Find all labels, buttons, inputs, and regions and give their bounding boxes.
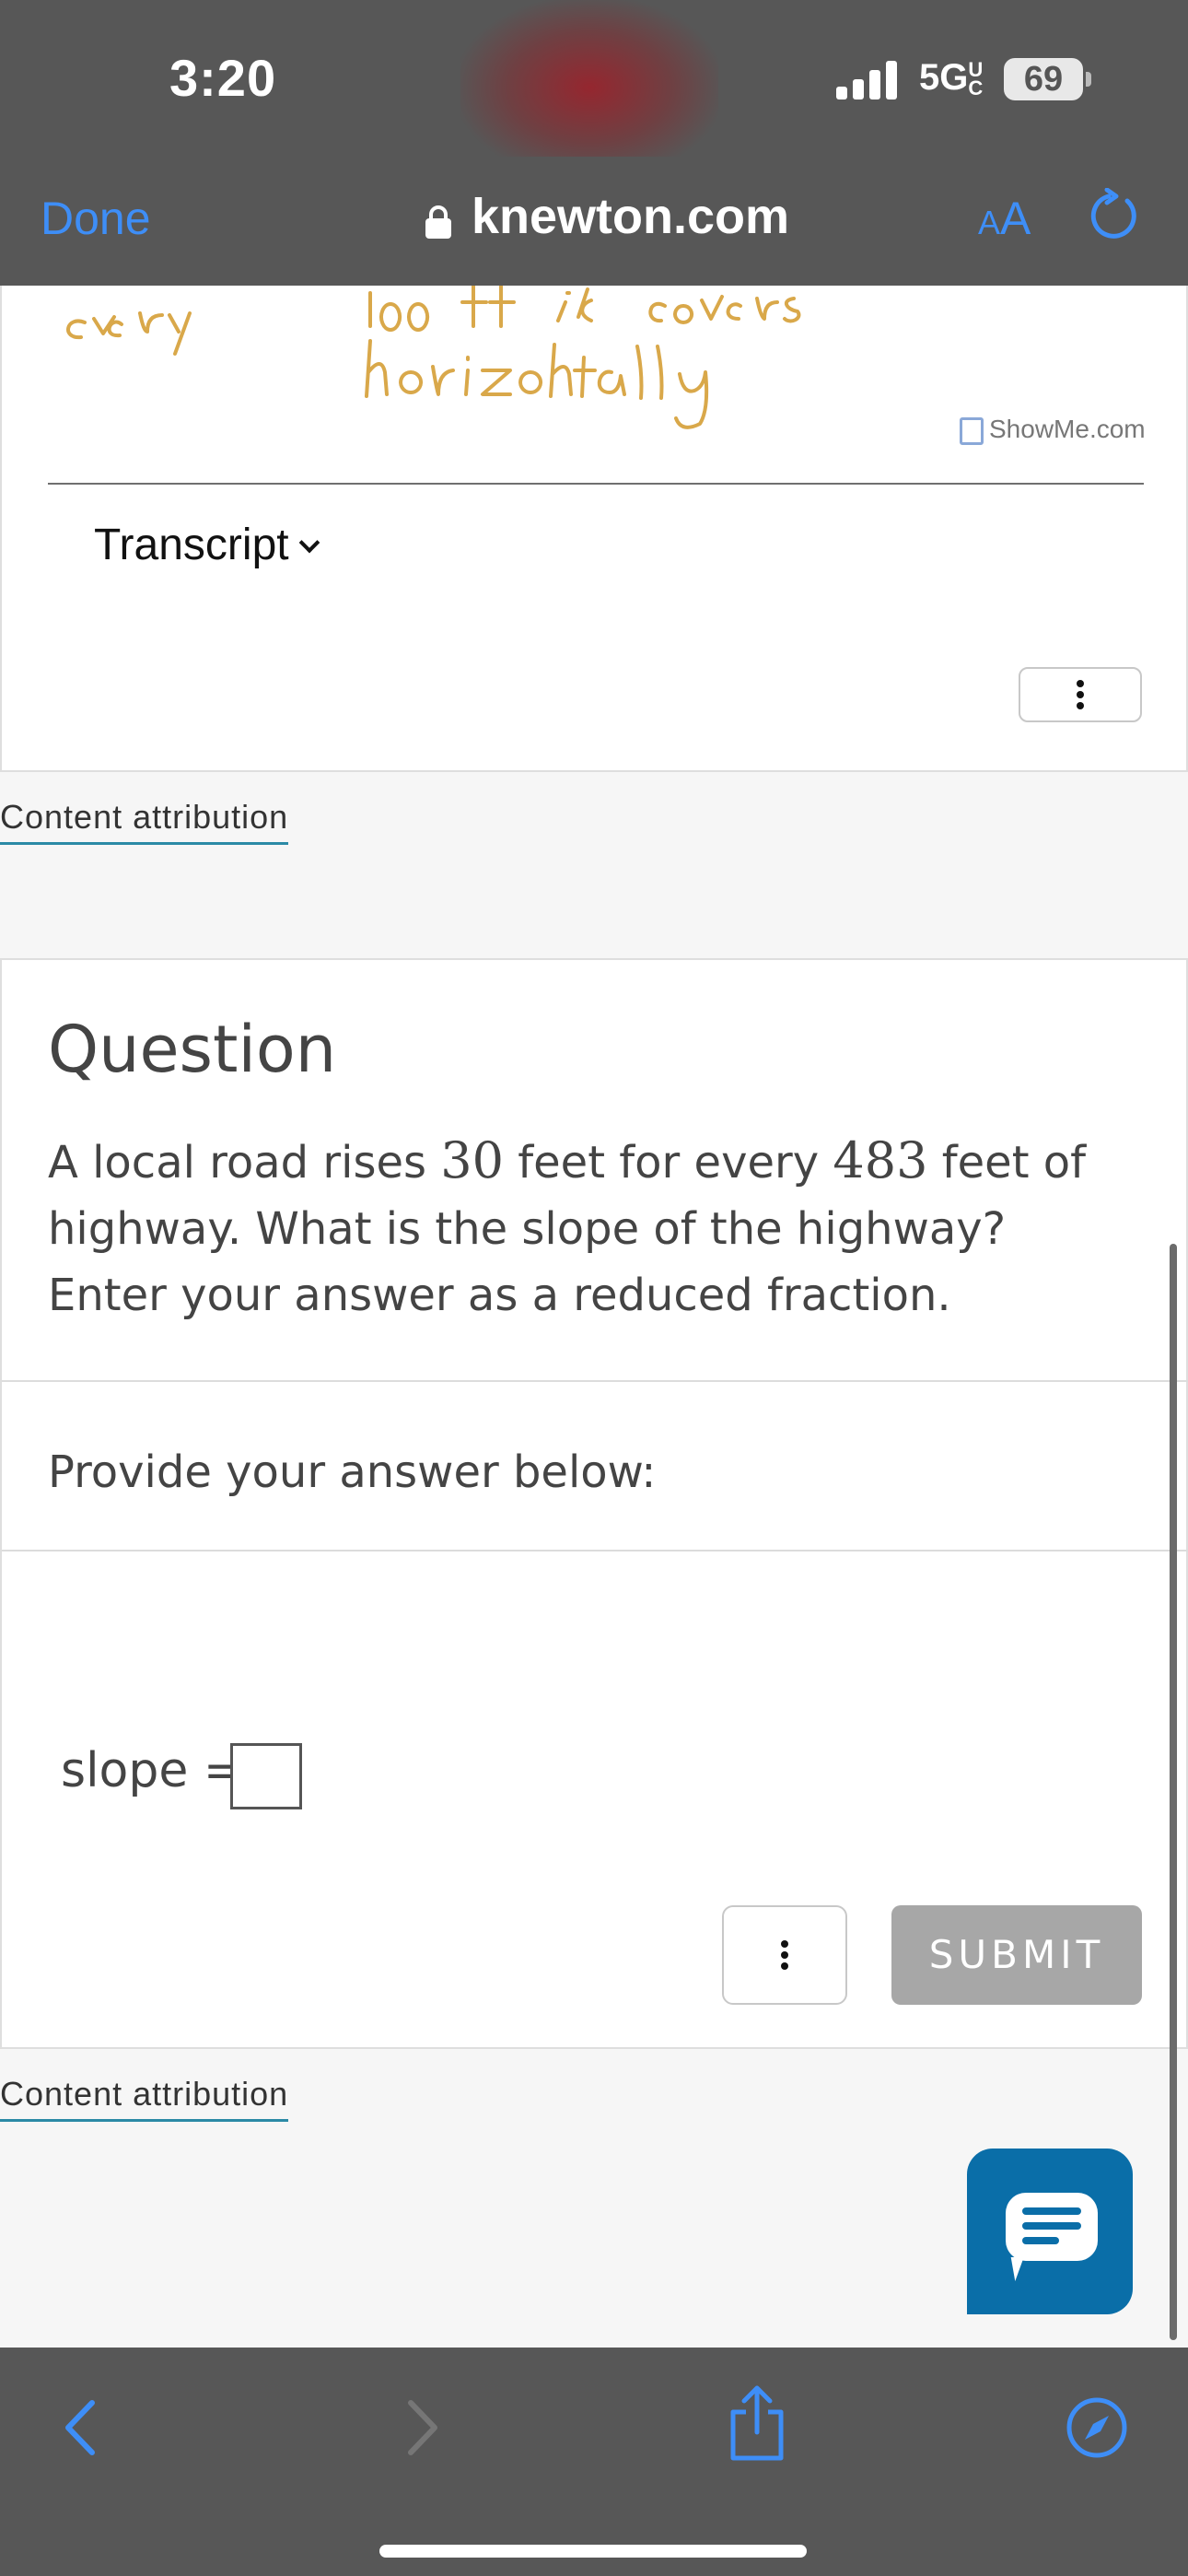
- rise-value: 30: [440, 1131, 504, 1189]
- reload-icon[interactable]: [1087, 188, 1142, 243]
- more-options-icon: [781, 1937, 788, 1973]
- forward-icon[interactable]: [400, 2395, 446, 2460]
- status-time: 3:20: [169, 49, 277, 107]
- content-attribution-link[interactable]: Content attribution: [0, 798, 289, 845]
- url-text: knewton.com: [472, 189, 790, 244]
- battery-icon: 69: [1004, 58, 1083, 100]
- signal-icon: [836, 61, 899, 100]
- share-icon[interactable]: [728, 2384, 786, 2462]
- more-options-button[interactable]: [1019, 667, 1142, 722]
- showme-logo-icon: [960, 416, 984, 445]
- question-title: Question: [48, 1012, 337, 1087]
- status-blur: [460, 0, 718, 175]
- more-options-button[interactable]: [722, 1905, 847, 2005]
- browser-toolbar: Done knewton.com AA: [0, 157, 1188, 286]
- question-card: Question A local road rises 30 feet for …: [0, 958, 1188, 2049]
- answer-prompt: Provide your answer below:: [48, 1446, 657, 1498]
- text-size-small: A: [978, 204, 1001, 241]
- back-icon[interactable]: [57, 2395, 103, 2460]
- transcript-label: Transcript: [94, 521, 289, 569]
- more-options-icon: [1077, 676, 1084, 713]
- text-size-large: A: [1000, 193, 1031, 244]
- home-indicator[interactable]: [379, 2545, 807, 2558]
- chat-icon: [1006, 2193, 1098, 2261]
- question-text: A local road rises 30 feet for every 483…: [48, 1131, 1087, 1321]
- run-value: 483: [833, 1131, 928, 1189]
- browser-bottom-toolbar: [0, 2348, 1188, 2576]
- divider: [2, 1550, 1188, 1551]
- slope-label: slope =: [61, 1743, 244, 1798]
- battery-tip: [1086, 72, 1091, 87]
- scrollbar[interactable]: [1170, 1244, 1177, 2340]
- compass-icon[interactable]: [1065, 2395, 1129, 2460]
- transcript-toggle[interactable]: Transcript: [94, 520, 320, 570]
- handwritten-note-image: [66, 286, 801, 429]
- showme-watermark: ShowMe.com: [960, 415, 1146, 445]
- lock-icon: [425, 205, 451, 239]
- network-indicator: 5GUC: [919, 57, 984, 100]
- video-card: ShowMe.com Transcript: [0, 286, 1188, 772]
- chevron-down-icon: [298, 532, 320, 554]
- done-button[interactable]: Done: [41, 192, 151, 245]
- address-bar[interactable]: knewton.com: [472, 188, 789, 245]
- chat-button[interactable]: [967, 2149, 1133, 2314]
- slope-input[interactable]: [230, 1743, 302, 1809]
- divider: [48, 483, 1144, 485]
- content-attribution-link[interactable]: Content attribution: [0, 2075, 289, 2122]
- submit-button[interactable]: SUBMIT: [891, 1905, 1142, 2005]
- status-bar: 3:20 5GUC 69: [0, 0, 1188, 175]
- divider: [2, 1380, 1188, 1382]
- text-size-button[interactable]: AA: [978, 192, 1031, 245]
